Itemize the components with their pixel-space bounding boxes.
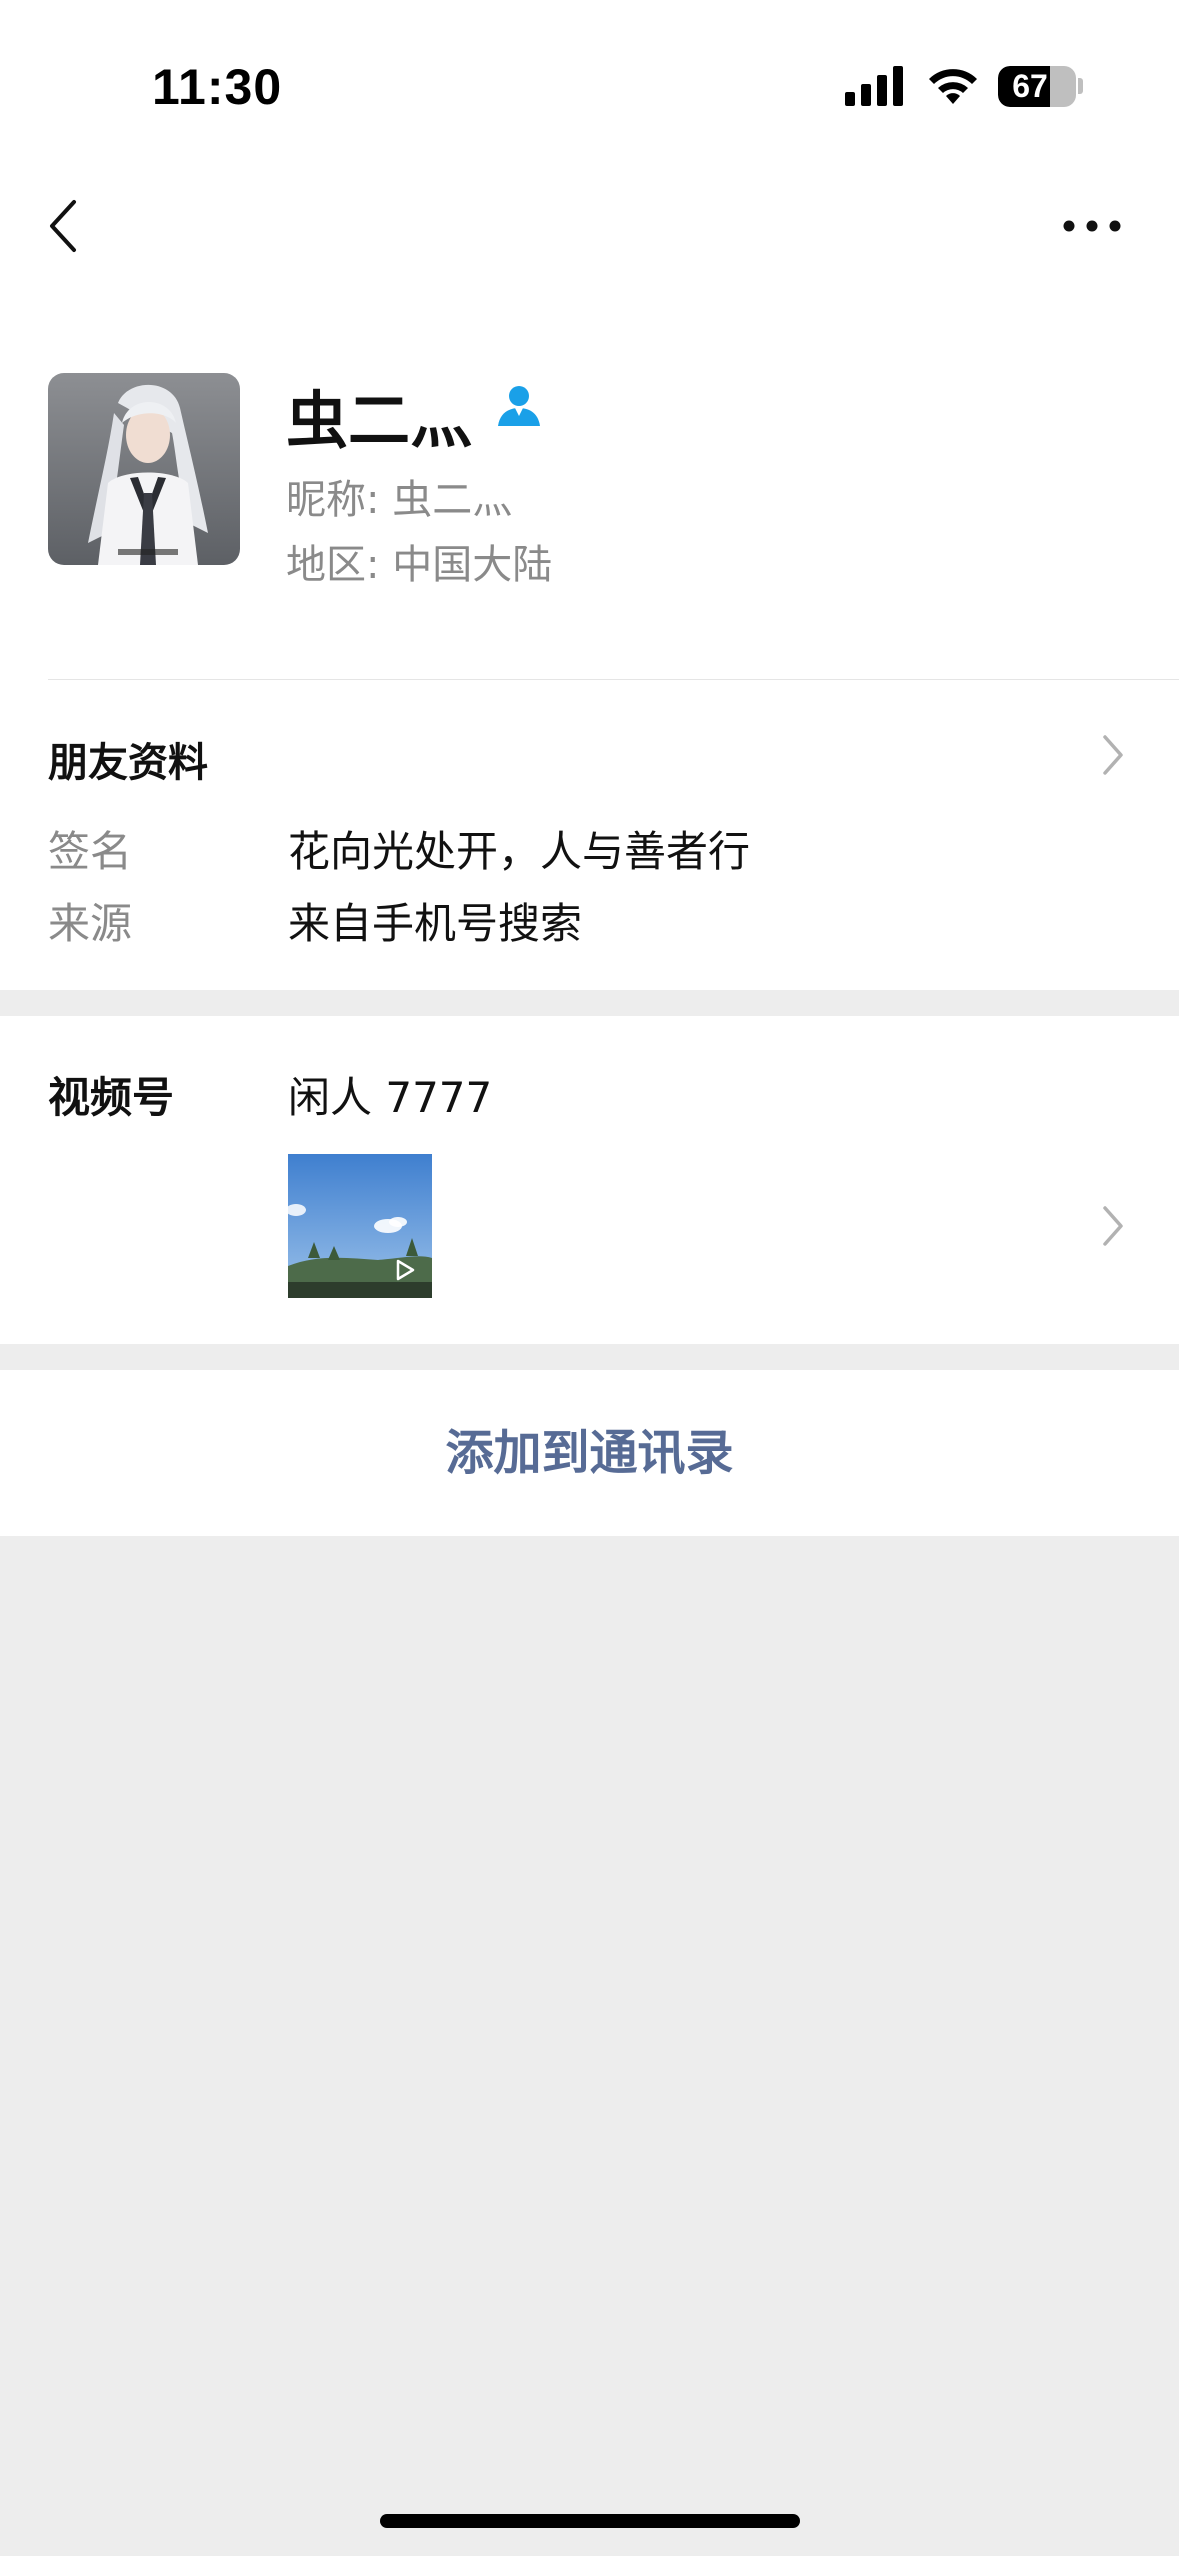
status-bar: 11:30 67 <box>0 0 1179 150</box>
channels-label: 视频号 <box>48 1073 175 1122</box>
avatar-image <box>48 373 240 565</box>
friend-profile-title: 朋友资料 <box>48 740 208 786</box>
channels-name: 闲人 7777 <box>288 1073 493 1122</box>
chevron-left-icon[interactable] <box>44 196 84 256</box>
channels-section[interactable]: 视频号 闲人 7777 <box>0 1016 1179 1344</box>
more-horizontal-icon[interactable] <box>1060 210 1124 242</box>
source-label: 来源 <box>48 899 133 948</box>
add-to-contacts-button[interactable]: 添加到通讯录 <box>0 1370 1179 1536</box>
play-icon <box>396 1259 415 1281</box>
person-icon <box>498 386 540 426</box>
status-time: 11:30 <box>152 59 283 115</box>
region: 地区: 中国大陆 <box>286 542 553 588</box>
battery-level: 67 <box>1012 68 1048 104</box>
home-indicator[interactable] <box>380 2514 800 2528</box>
battery-icon: 67 <box>998 66 1076 107</box>
signature-value: 花向光处开，人与善者行 <box>288 827 751 876</box>
wifi-icon <box>929 69 977 104</box>
chevron-right-icon <box>1103 735 1123 775</box>
battery-tip <box>1078 78 1083 94</box>
friend-profile-section[interactable]: 朋友资料 签名 花向光处开，人与善者行 来源 来自手机号搜索 <box>0 640 1179 990</box>
nickname: 昵称: 虫二灬 <box>286 477 513 523</box>
cellular-signal-icon <box>845 66 903 106</box>
add-to-contacts-label: 添加到通讯录 <box>445 1425 734 1481</box>
source-value: 来自手机号搜索 <box>288 899 583 948</box>
signature-label: 签名 <box>48 827 133 876</box>
contact-name: 虫二灬 <box>286 384 473 457</box>
avatar[interactable] <box>48 373 240 565</box>
divider <box>48 679 1179 680</box>
video-thumbnail[interactable] <box>288 1154 432 1298</box>
chevron-right-icon <box>1103 1206 1123 1246</box>
